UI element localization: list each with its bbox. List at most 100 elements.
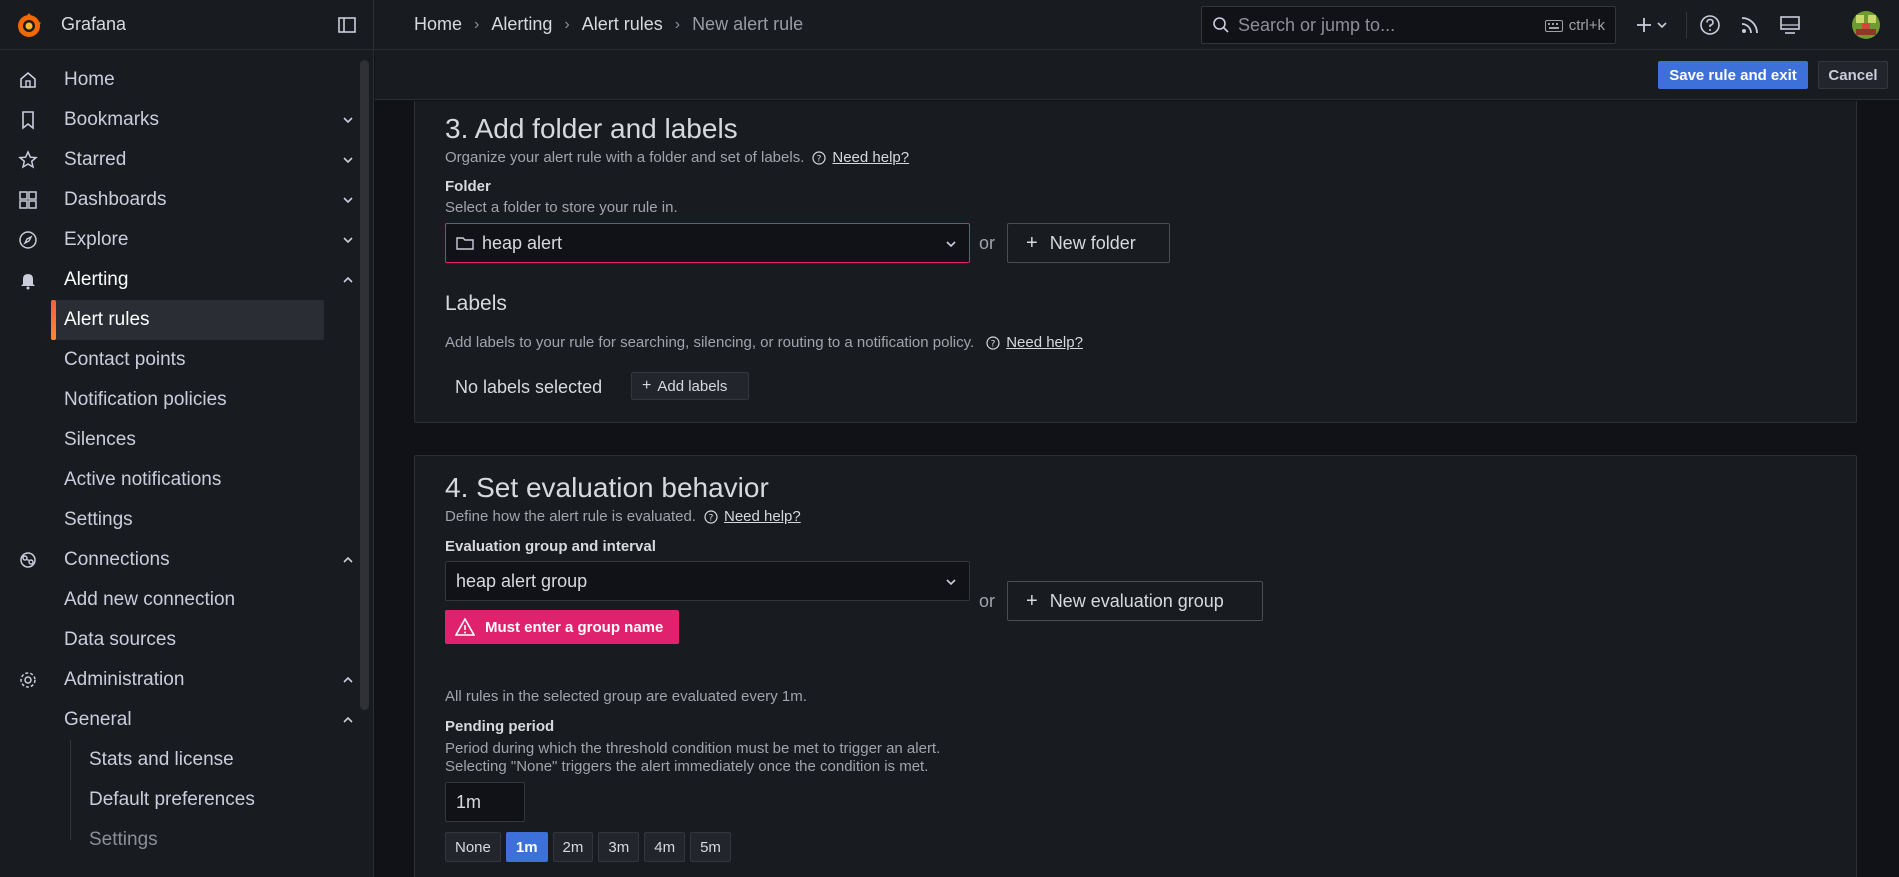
- bell-icon: [21, 274, 35, 290]
- plus-icon: +: [642, 377, 652, 394]
- breadcrumb-separator: ›: [474, 15, 480, 33]
- new-menu-button[interactable]: [1630, 12, 1676, 38]
- dock-menu-icon[interactable]: [337, 15, 357, 35]
- need-help-link[interactable]: Need help?: [724, 508, 801, 525]
- sidebar-item-label: Home: [64, 69, 115, 90]
- breadcrumb-alert-rules[interactable]: Alert rules: [582, 14, 663, 35]
- search-shortcut-label: ctrl+k: [1568, 17, 1605, 34]
- pending-period-label: Pending period: [445, 718, 555, 735]
- sidebar-item-silences[interactable]: Silences: [0, 420, 362, 460]
- sidebar-item-bookmarks[interactable]: Bookmarks: [0, 100, 362, 140]
- pending-option-5m[interactable]: 5m: [690, 832, 731, 862]
- sidebar-item-label: Starred: [64, 149, 127, 170]
- sidebar-item-data-sources[interactable]: Data sources: [0, 620, 362, 660]
- search-shortcut: ctrl+k: [1544, 17, 1605, 34]
- avatar[interactable]: [1852, 11, 1880, 39]
- pending-option-4m[interactable]: 4m: [644, 832, 686, 862]
- sidebar-item-active-notifications[interactable]: Active notifications: [0, 460, 362, 500]
- sidebar-item-label: Data sources: [64, 629, 176, 650]
- sidebar-item-notification-policies[interactable]: Notification policies: [0, 380, 362, 420]
- sidebar-item-alerting-settings[interactable]: Settings: [0, 500, 362, 540]
- help-circle-icon: ?: [704, 509, 718, 524]
- sidebar-scrollbar[interactable]: [360, 60, 369, 710]
- svg-text:?: ?: [991, 339, 996, 349]
- chevron-up-icon[interactable]: [342, 274, 354, 286]
- svg-text:?: ?: [709, 513, 714, 523]
- breadcrumb-separator: ›: [674, 15, 681, 33]
- sidebar-item-contact-points[interactable]: Contact points: [0, 340, 362, 380]
- plus-chevron-icon: [1637, 18, 1667, 32]
- chevron-down-icon[interactable]: [342, 114, 354, 126]
- search-placeholder: Search or jump to...: [1238, 14, 1396, 35]
- bookmark-icon: [22, 111, 34, 130]
- labels-description: Add labels to your rule for searching, s…: [445, 334, 1083, 351]
- sidebar-item-general[interactable]: General: [0, 700, 362, 740]
- folder-select[interactable]: heap alert: [445, 223, 970, 263]
- sidebar-item-stats-and-license[interactable]: Stats and license: [0, 740, 362, 780]
- need-help-link[interactable]: Need help?: [832, 149, 909, 166]
- chevron-down-icon[interactable]: [342, 194, 354, 206]
- sidebar: Home Bookmarks Starred Dashboards Explor…: [0, 50, 374, 877]
- sidebar-item-label: Connections: [64, 549, 170, 570]
- kiosk-button[interactable]: [1777, 12, 1803, 38]
- need-help-link[interactable]: Need help?: [1006, 334, 1083, 351]
- pending-period-value: 1m: [456, 791, 482, 812]
- brand-name: Grafana: [61, 14, 127, 34]
- plus-icon: +: [1026, 589, 1038, 612]
- svg-text:?: ?: [817, 154, 822, 164]
- logo-area: Grafana: [0, 0, 374, 50]
- breadcrumb-home[interactable]: Home: [414, 14, 462, 35]
- help-button[interactable]: [1697, 12, 1723, 38]
- sidebar-item-explore[interactable]: Explore: [0, 220, 362, 260]
- sidebar-item-label: Bookmarks: [64, 109, 160, 130]
- sidebar-item-default-preferences[interactable]: Default preferences: [0, 780, 362, 820]
- new-folder-button[interactable]: + New folder: [1007, 223, 1170, 263]
- add-labels-button[interactable]: + Add labels: [631, 372, 749, 400]
- sidebar-item-starred[interactable]: Starred: [0, 140, 362, 180]
- chevron-up-icon[interactable]: [342, 554, 354, 566]
- sidebar-item-dashboards[interactable]: Dashboards: [0, 180, 362, 220]
- pending-period-input[interactable]: 1m: [445, 782, 525, 822]
- sidebar-item-connections[interactable]: Connections: [0, 540, 362, 580]
- news-button[interactable]: [1737, 12, 1763, 38]
- sidebar-item-home[interactable]: Home: [0, 60, 362, 100]
- home-icon: [20, 71, 36, 88]
- sidebar-item-add-new-connection[interactable]: Add new connection: [0, 580, 362, 620]
- breadcrumb-alerting[interactable]: Alerting: [491, 14, 552, 35]
- sidebar-item-general-settings[interactable]: Settings: [0, 820, 362, 860]
- sidebar-item-alert-rules[interactable]: Alert rules: [0, 300, 362, 340]
- chevron-up-icon[interactable]: [342, 674, 354, 686]
- sidebar-item-administration[interactable]: Administration: [0, 660, 362, 700]
- group-name-error: Must enter a group name: [445, 610, 679, 644]
- pending-period-desc-2: Selecting "None" triggers the alert imme…: [445, 758, 929, 775]
- sidebar-item-label: Active notifications: [64, 469, 222, 490]
- chevron-down-icon[interactable]: [342, 154, 354, 166]
- pending-option-1m[interactable]: 1m: [505, 832, 548, 862]
- plus-icon: +: [1026, 231, 1038, 254]
- cancel-button[interactable]: Cancel: [1818, 61, 1888, 89]
- new-evaluation-group-button[interactable]: + New evaluation group: [1007, 581, 1263, 621]
- pending-option-none[interactable]: None: [445, 832, 501, 862]
- save-rule-button[interactable]: Save rule and exit: [1658, 61, 1808, 89]
- gear-icon: [20, 672, 36, 688]
- labels-title: Labels: [445, 292, 507, 315]
- compass-icon: [19, 231, 37, 249]
- chevron-down-icon[interactable]: [342, 234, 354, 246]
- group-name-error-text: Must enter a group name: [485, 618, 664, 636]
- pending-option-2m[interactable]: 2m: [552, 832, 594, 862]
- evaluation-group-select[interactable]: heap alert group: [445, 561, 970, 601]
- sidebar-item-label: Add new connection: [64, 589, 236, 610]
- connections-icon: [20, 552, 36, 568]
- dashboards-icon: [19, 191, 37, 209]
- sidebar-item-label: Settings: [64, 509, 133, 530]
- section-3-description: Organize your alert rule with a folder a…: [445, 149, 909, 166]
- search-input[interactable]: Search or jump to... ctrl+k: [1201, 6, 1616, 44]
- sidebar-item-label: Administration: [64, 669, 185, 690]
- top-bar: Grafana Home › Alerting › Alert rules › …: [0, 0, 1899, 50]
- grafana-logo-icon[interactable]: [14, 11, 44, 41]
- main-content: 3. Add folder and labels Organize your a…: [375, 101, 1899, 877]
- pending-option-3m[interactable]: 3m: [598, 832, 640, 862]
- chevron-up-icon[interactable]: [342, 714, 354, 726]
- top-icons: [1630, 12, 1803, 38]
- sidebar-item-alerting[interactable]: Alerting: [0, 260, 362, 300]
